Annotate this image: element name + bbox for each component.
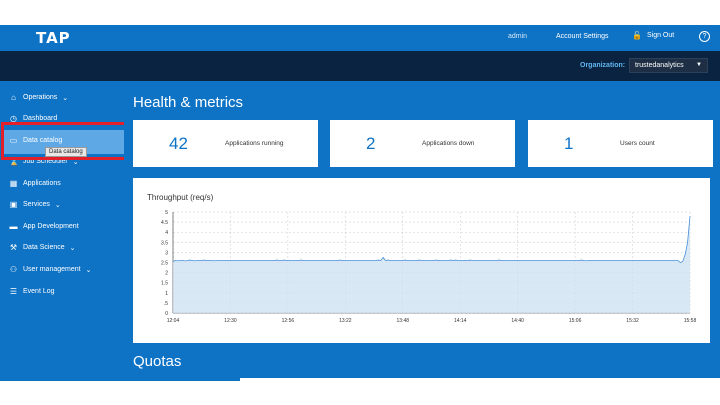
organization-bar: Organization: trustedanalytics ▼ xyxy=(0,51,720,81)
top-bar: TAP admin Account Settings 🔓 Sign Out ? xyxy=(0,25,720,51)
sign-out-label: Sign Out xyxy=(646,32,675,39)
x-tick-label: 15:32 xyxy=(626,318,639,324)
sidebar-item-user-management[interactable]: ⚇ User management ⌄ xyxy=(9,265,92,274)
sidebar-item-app-development[interactable]: ▬ App Development xyxy=(9,222,79,231)
x-tick-label: 13:22 xyxy=(339,318,352,324)
caret-down-icon: ▼ xyxy=(696,62,702,68)
x-tick-label: 12:30 xyxy=(224,318,237,324)
tooltip-data-catalog: Data catalog xyxy=(45,147,87,157)
wrench-icon: ⚒ xyxy=(9,243,18,252)
users-icon: ⚇ xyxy=(9,265,18,274)
quotas-title: Quotas xyxy=(133,353,182,370)
y-tick-label: 1 xyxy=(165,291,168,297)
tag-icon: ⌂ xyxy=(11,93,16,102)
sidebar-item-label: Operations xyxy=(23,94,58,101)
sidebar-item-label: User management xyxy=(23,266,81,273)
sidebar-item-services[interactable]: ▣ Services ⌄ xyxy=(9,200,61,209)
sidebar-item-data-science[interactable]: ⚒ Data Science ⌄ xyxy=(9,243,76,252)
sidebar-item-label: App Development xyxy=(23,223,79,230)
bottom-strip xyxy=(0,378,240,381)
x-tick-label: 12:04 xyxy=(167,318,180,324)
series-area xyxy=(173,216,690,313)
x-tick-label: 12:56 xyxy=(282,318,295,324)
chevron-down-icon: ⌄ xyxy=(85,266,92,274)
page-title: Health & metrics xyxy=(133,94,244,111)
lock-icon: 🔓 xyxy=(632,31,642,40)
sidebar-item-label: Data Science xyxy=(23,244,65,251)
x-tick-label: 13:48 xyxy=(397,318,410,324)
sidebar-item-operations[interactable]: ⌂ Operations ⌄ xyxy=(9,93,68,102)
y-tick-label: 2.5 xyxy=(161,261,168,267)
metric-card-apps-running[interactable]: 42 Applications running xyxy=(133,120,318,167)
chart-title: Throughput (req/s) xyxy=(147,193,214,202)
monitor-icon: ▬ xyxy=(9,222,18,231)
throughput-chart: 0 .5 1 1.5 2 2.5 3 3.5 4 4.5 5 12:04 12:30 12:56 13:22… xyxy=(161,210,697,324)
y-tick-label: 2 xyxy=(165,271,168,277)
metric-card-users-count[interactable]: 1 Users count xyxy=(528,120,713,167)
y-tick-label: 4.5 xyxy=(161,220,168,226)
log-icon: ☰ xyxy=(9,287,18,296)
account-settings-link[interactable]: Account Settings xyxy=(556,33,609,40)
help-icon[interactable]: ? xyxy=(699,31,710,42)
sidebar-item-label: Event Log xyxy=(23,288,55,295)
metric-label: Applications down xyxy=(422,140,475,147)
bottom-area xyxy=(0,378,720,405)
x-tick-label: 15:58 xyxy=(684,318,697,324)
chevron-down-icon: ⌄ xyxy=(69,244,76,252)
sign-out-button[interactable]: 🔓 Sign Out xyxy=(632,31,674,40)
metric-card-apps-down[interactable]: 2 Applications down xyxy=(330,120,515,167)
x-tick-label: 14:14 xyxy=(454,318,467,324)
sidebar-item-applications[interactable]: ▦ Applications xyxy=(9,179,61,188)
metric-number: 42 xyxy=(169,134,188,153)
metric-label: Applications running xyxy=(225,140,284,147)
organization-value: trustedanalytics xyxy=(635,62,684,69)
screen: TAP admin Account Settings 🔓 Sign Out ? … xyxy=(0,0,720,405)
organization-select[interactable]: trustedanalytics ▼ xyxy=(629,58,708,73)
x-tick-label: 15:06 xyxy=(569,318,582,324)
metric-number: 2 xyxy=(366,134,376,153)
y-tick-label: 0 xyxy=(165,311,168,317)
grid-icon: ▦ xyxy=(9,179,18,188)
y-tick-label: 4 xyxy=(165,230,168,236)
sidebar-item-label: Dashboard xyxy=(23,115,58,122)
y-tick-label: 3 xyxy=(165,250,168,256)
sidebar-item-event-log[interactable]: ☰ Event Log xyxy=(9,287,55,296)
chevron-down-icon: ⌄ xyxy=(54,201,61,209)
y-tick-label: 1.5 xyxy=(161,281,168,287)
organization-label: Organization: xyxy=(580,62,626,69)
y-tick-label: .5 xyxy=(164,301,168,307)
y-tick-label: 5 xyxy=(165,210,168,216)
sidebar-item-label: Services xyxy=(23,201,50,208)
admin-label[interactable]: admin xyxy=(508,33,527,40)
series-line xyxy=(172,216,691,263)
y-tick-label: 3.5 xyxy=(161,240,168,246)
tap-logo[interactable]: TAP xyxy=(36,29,71,47)
bag-icon: ▣ xyxy=(9,200,18,209)
sidebar-item-label: Applications xyxy=(23,180,61,187)
metric-label: Users count xyxy=(620,140,655,147)
chevron-down-icon: ⌄ xyxy=(62,94,69,102)
x-tick-label: 14:40 xyxy=(511,318,524,324)
metric-number: 1 xyxy=(564,134,574,153)
